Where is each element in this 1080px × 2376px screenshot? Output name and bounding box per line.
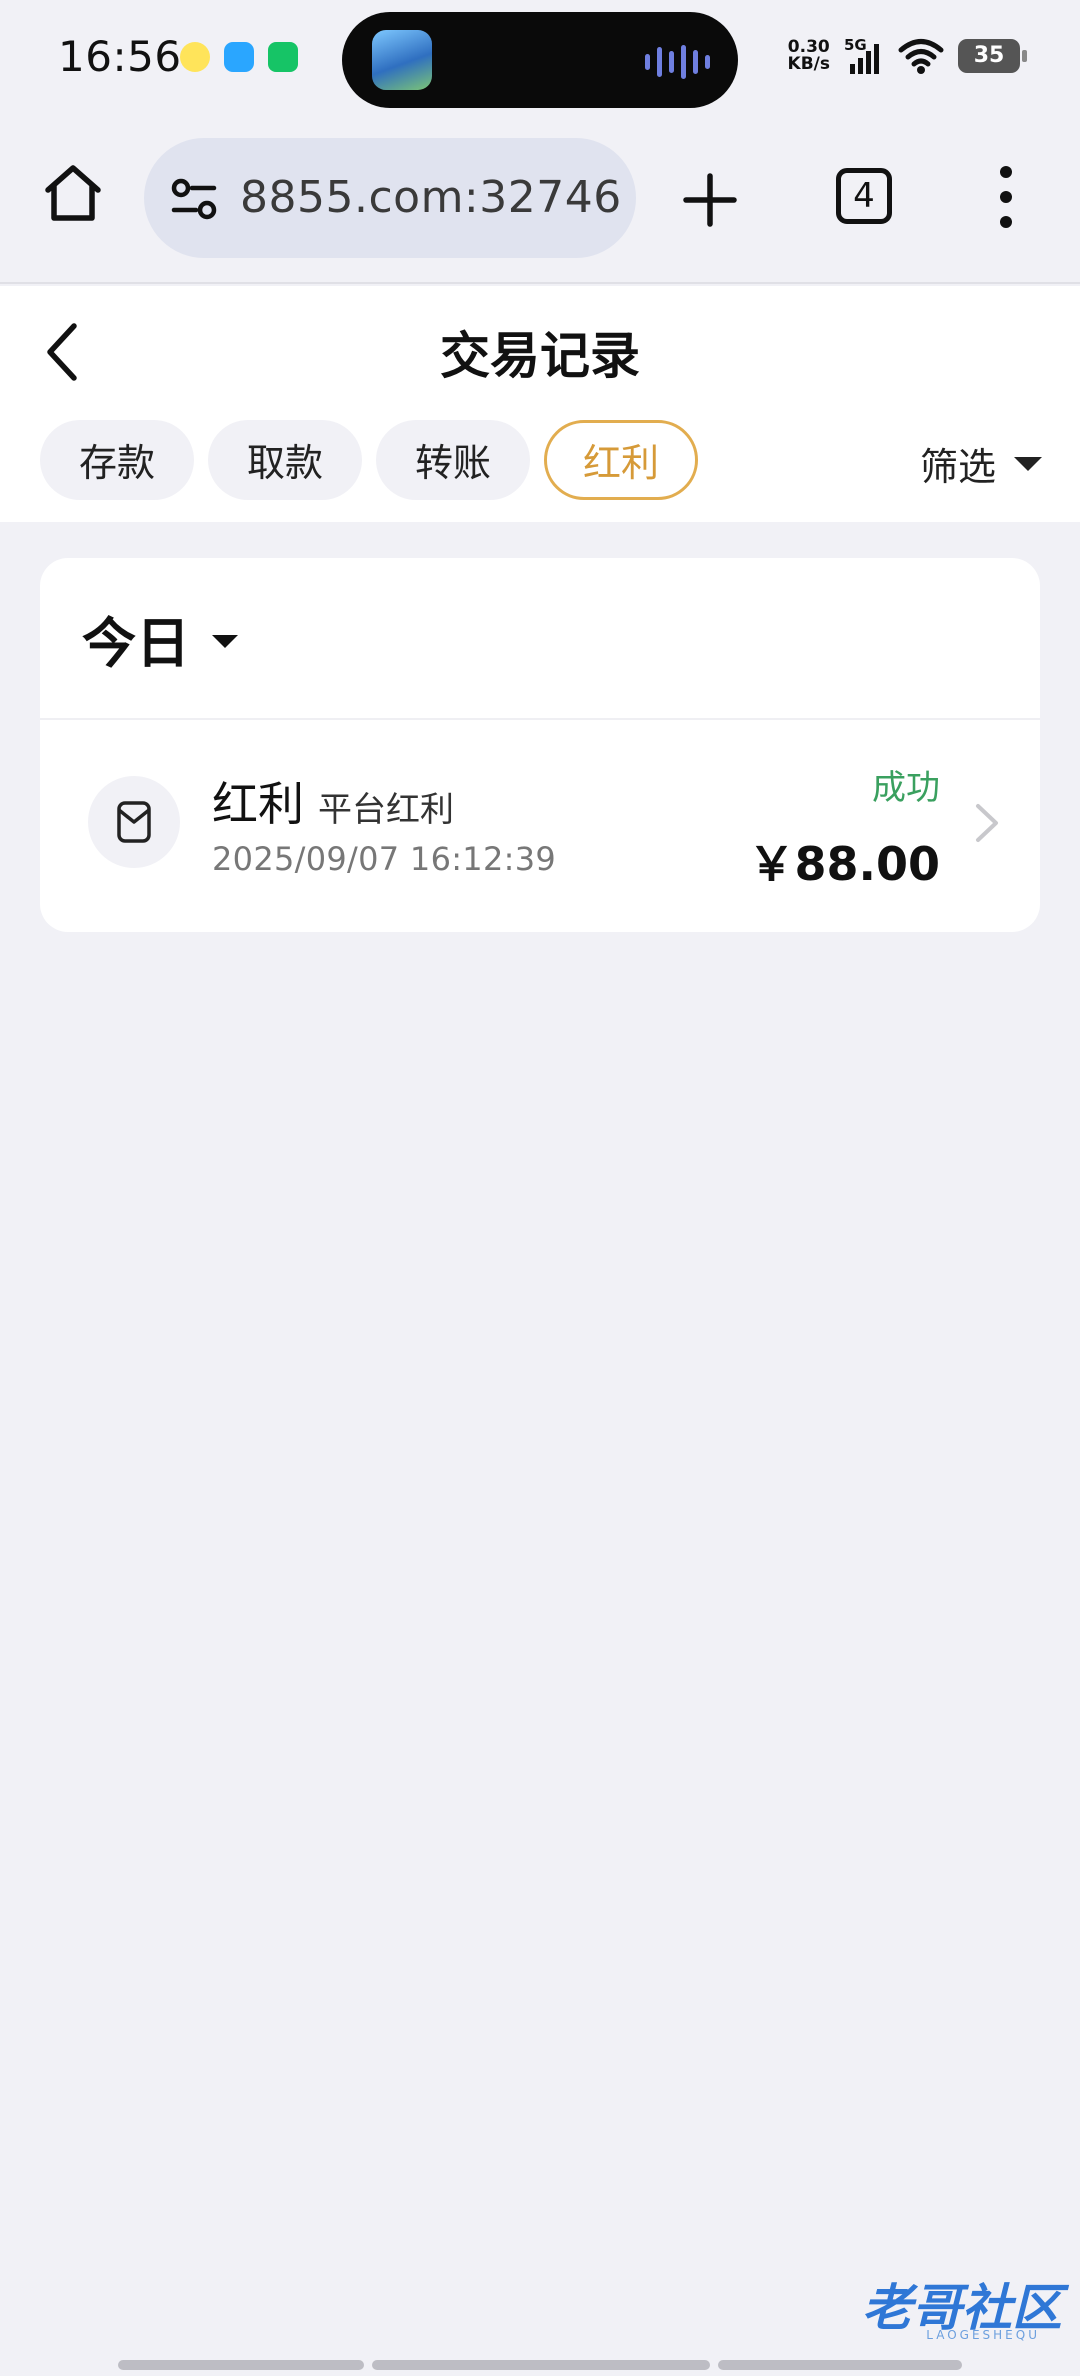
tab-bonus[interactable]: 红利 — [544, 420, 699, 500]
address-bar[interactable]: 8855.com:32746 — [144, 138, 636, 258]
page-title: 交易记录 — [440, 327, 640, 385]
net-speed-unit: KB/s — [787, 54, 830, 74]
transaction-subtitle: 平台红利 — [318, 790, 454, 830]
home-icon[interactable] — [40, 160, 106, 226]
active-app-icon — [372, 30, 432, 90]
gesture-navigation-bar[interactable] — [118, 2360, 962, 2370]
dynamic-island[interactable] — [342, 12, 738, 108]
audio-wave-icon — [645, 45, 710, 79]
records-card: 今日 红利 平台红利 2025/09/07 16:12:39 成功 ￥88.00 — [40, 558, 1040, 932]
site-settings-icon[interactable] — [170, 176, 218, 222]
status-time: 16:56 — [58, 32, 182, 81]
transaction-time: 2025/09/07 16:12:39 — [212, 840, 557, 878]
date-group-selector[interactable]: 今日 — [40, 558, 1040, 720]
cellular-signal-icon: 5G — [844, 36, 884, 76]
page-header: 交易记录 存款 取款 转账 红利 筛选 — [0, 286, 1080, 522]
envelope-icon — [88, 776, 180, 868]
filter-dropdown[interactable]: 筛选 — [920, 436, 1042, 491]
transaction-row[interactable]: 红利 平台红利 2025/09/07 16:12:39 成功 ￥88.00 — [40, 720, 1040, 932]
date-group-label: 今日 — [82, 611, 190, 675]
filter-label: 筛选 — [919, 445, 996, 489]
phone-app-icon — [268, 42, 298, 72]
url-text[interactable]: 8855.com:32746 — [240, 172, 620, 223]
transaction-type-tabs: 存款 取款 转账 红利 — [40, 420, 699, 500]
transaction-type: 红利 — [212, 777, 304, 831]
tab-withdrawal[interactable]: 取款 — [208, 420, 363, 500]
net-speed: 0.30 KB/s — [788, 39, 830, 73]
more-menu-icon[interactable] — [996, 164, 1016, 230]
new-tab-icon[interactable] — [680, 170, 740, 230]
tab-switcher-button[interactable]: 4 — [836, 168, 892, 224]
message-app-icon — [224, 42, 254, 72]
transaction-amount: ￥88.00 — [748, 837, 940, 891]
chevron-right-icon — [976, 804, 998, 842]
tab-transfer[interactable]: 转账 — [376, 420, 531, 500]
tab-deposit[interactable]: 存款 — [40, 420, 195, 500]
status-bar: 16:56 0.30 KB/s 5G 35 — [0, 0, 1080, 120]
watermark-subtext: LAOGESHEQU — [926, 2328, 1040, 2342]
music-app-icon — [180, 42, 210, 72]
wifi-icon — [898, 39, 944, 74]
caret-down-icon — [212, 634, 238, 648]
battery-icon: 35 — [958, 39, 1027, 73]
notification-icons — [180, 42, 298, 72]
caret-down-icon — [1014, 456, 1042, 471]
status-badge: 成功 — [872, 768, 940, 808]
status-indicators: 0.30 KB/s 5G 35 — [788, 36, 1027, 76]
browser-toolbar: 8855.com:32746 4 — [0, 120, 1080, 284]
